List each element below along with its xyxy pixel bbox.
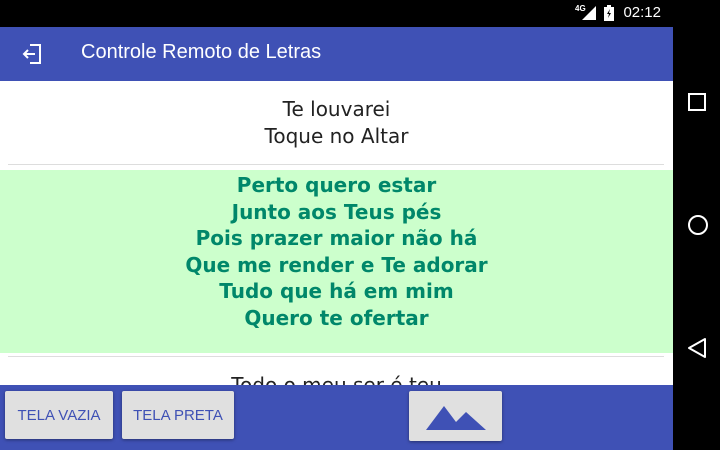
app-bar: Controle Remoto de Letras — [0, 27, 673, 81]
battery-icon — [604, 5, 614, 21]
blank-screen-button[interactable]: TELA VAZIA — [5, 391, 113, 439]
lyric-line: Quero te ofertar — [244, 305, 429, 330]
clock: 02:12 — [623, 4, 661, 21]
image-button[interactable] — [409, 391, 502, 441]
page-title: Controle Remoto de Letras — [81, 41, 322, 63]
lyric-line: Junto aos Teus pés — [231, 199, 442, 224]
divider — [8, 356, 664, 357]
home-icon[interactable] — [687, 214, 709, 236]
bottom-bar: TELA VAZIA TELA PRETA — [0, 385, 673, 450]
lyric-line: Pois prazer maior não há — [195, 226, 478, 250]
mountain-icon — [425, 406, 486, 430]
lyric-line: Todo o meu ser é teu — [231, 373, 442, 385]
lyric-block-next[interactable]: Todo o meu ser é teu — [0, 372, 673, 385]
lyric-line: Tudo que há em mim — [219, 279, 454, 303]
lyric-block-previous[interactable]: Te louvarei Toque no Altar — [0, 96, 673, 150]
nav-bar — [673, 0, 720, 450]
back-icon[interactable] — [687, 337, 707, 359]
lyrics-list[interactable]: Te louvarei Toque no Altar Perto quero e… — [0, 81, 673, 385]
divider — [8, 164, 664, 165]
lyric-line: Que me render e Te adorar — [185, 252, 488, 277]
signal-icon — [582, 6, 596, 20]
lyric-block-current[interactable]: Perto quero estar Junto aos Teus pés Poi… — [0, 170, 673, 353]
lyric-line: Toque no Altar — [264, 124, 409, 148]
status-bar: 4G 02:12 — [0, 0, 673, 27]
black-screen-button[interactable]: TELA PRETA — [122, 391, 234, 439]
recents-icon[interactable] — [687, 92, 707, 112]
lyric-line: Perto quero estar — [236, 173, 437, 197]
lyric-line: Te louvarei — [282, 97, 391, 121]
exit-icon[interactable] — [20, 42, 44, 66]
